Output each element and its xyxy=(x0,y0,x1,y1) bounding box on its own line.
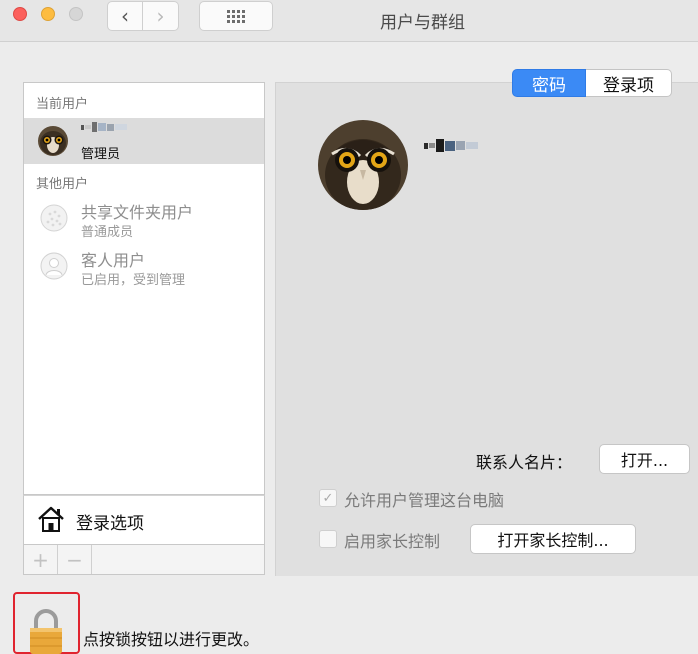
golf-ball-icon xyxy=(40,204,68,232)
remove-user-button[interactable]: − xyxy=(58,545,92,574)
title-bar: ‹ › 用户与群组 xyxy=(0,0,698,42)
grid-icon xyxy=(227,9,245,23)
window-title: 用户与群组 xyxy=(380,13,465,33)
current-users-header: 当前用户 xyxy=(36,97,89,112)
forward-button[interactable]: › xyxy=(143,1,179,31)
plus-icon: + xyxy=(32,547,49,572)
redacted-username-large xyxy=(424,139,478,152)
open-parental-controls-button[interactable]: 打开家长控制... xyxy=(470,524,636,554)
house-icon xyxy=(38,506,64,532)
add-remove-bar: + − xyxy=(23,545,265,575)
owl-avatar-small xyxy=(38,126,68,156)
user-name: 共享文件夹用户 xyxy=(81,203,194,222)
user-role: 普通成员 xyxy=(81,225,134,240)
contact-card-label: 联系人名片： xyxy=(476,453,573,472)
allow-admin-label: 允许用户管理这台电脑 xyxy=(344,491,505,510)
zoom-icon[interactable] xyxy=(69,7,83,21)
user-list: 当前用户 管理员 其他用户 共享文件夹用户 普通成员 客人用户 已启用，受到管理 xyxy=(23,82,265,495)
minus-icon: − xyxy=(66,547,83,572)
chevron-right-icon: › xyxy=(156,4,165,28)
lock-icon[interactable] xyxy=(28,608,64,654)
allow-admin-checkbox[interactable]: ✓ xyxy=(319,489,337,507)
tab-password[interactable]: 密码 xyxy=(512,69,586,97)
close-icon[interactable] xyxy=(13,7,27,21)
parental-controls-label: 启用家长控制 xyxy=(344,532,441,551)
checkmark-icon: ✓ xyxy=(322,490,334,506)
open-contact-button[interactable]: 打开... xyxy=(599,444,690,474)
back-button[interactable]: ‹ xyxy=(107,1,143,31)
add-user-button[interactable]: + xyxy=(24,545,58,574)
parental-controls-checkbox[interactable] xyxy=(319,530,337,548)
redacted-username xyxy=(81,122,127,132)
login-options-button[interactable]: 登录选项 xyxy=(23,495,265,545)
user-item-shared[interactable]: 共享文件夹用户 普通成员 xyxy=(24,195,264,240)
tab-login-items[interactable]: 登录项 xyxy=(586,69,672,97)
user-role: 管理员 xyxy=(81,147,121,162)
lock-instruction-text: 点按锁按钮以进行更改。 xyxy=(83,630,260,649)
minimize-icon[interactable] xyxy=(41,7,55,21)
show-all-button[interactable] xyxy=(199,1,273,31)
person-icon xyxy=(40,252,68,280)
user-role: 已启用，受到管理 xyxy=(81,273,186,288)
user-name: 客人用户 xyxy=(81,251,146,270)
other-users-header: 其他用户 xyxy=(36,177,89,192)
login-options-label: 登录选项 xyxy=(76,514,144,534)
owl-avatar-large[interactable] xyxy=(318,120,408,210)
user-item-current[interactable]: 管理员 xyxy=(24,118,264,164)
user-item-guest[interactable]: 客人用户 已启用，受到管理 xyxy=(24,243,264,289)
chevron-left-icon: ‹ xyxy=(121,4,129,28)
